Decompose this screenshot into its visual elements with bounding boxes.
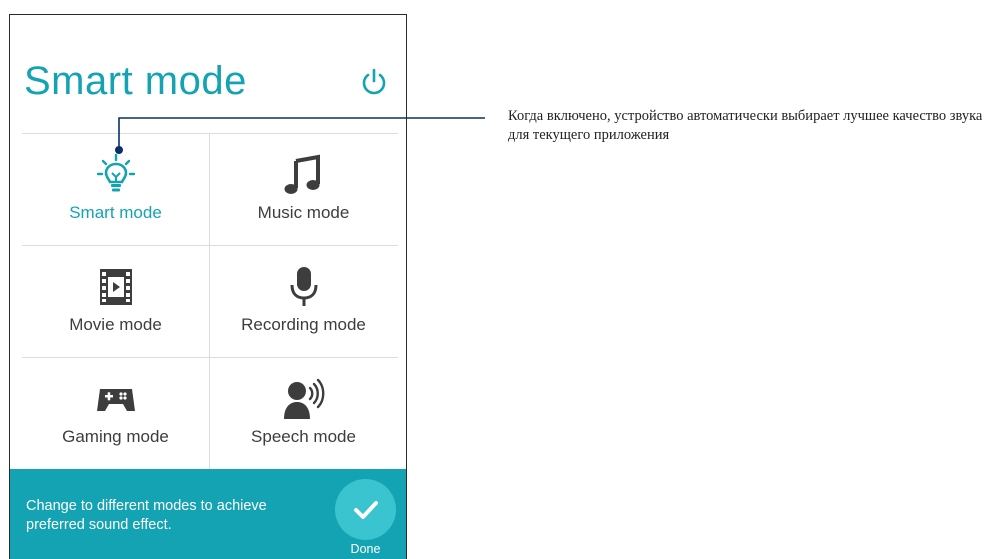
annotation-text: Когда включено, устройство автоматически… (508, 108, 983, 143)
callout-line (115, 117, 485, 154)
